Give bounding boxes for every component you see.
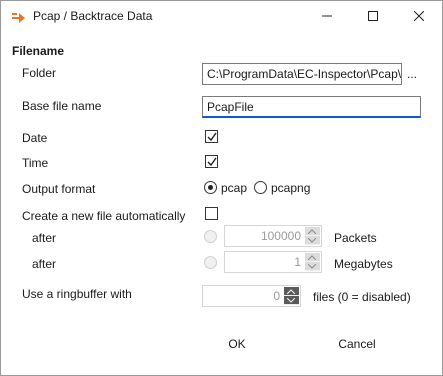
after-mb-radio[interactable]	[204, 256, 217, 269]
format-pcap-label: pcap	[221, 181, 248, 195]
format-pcap-radio[interactable]	[204, 181, 217, 194]
close-button[interactable]	[396, 1, 442, 32]
spin-down-icon[interactable]	[284, 296, 299, 305]
minimize-icon	[322, 10, 332, 24]
after-mb-label: after	[32, 257, 57, 271]
browse-folder-button[interactable]: ...	[407, 67, 417, 81]
packets-spinner[interactable]: 100000	[224, 225, 322, 247]
basename-label: Base file name	[22, 99, 102, 113]
after-packets-label: after	[32, 231, 57, 245]
megabytes-spinner[interactable]: 1	[224, 251, 322, 273]
cancel-button[interactable]: Cancel	[307, 332, 407, 356]
close-icon	[413, 10, 425, 24]
time-label: Time	[22, 156, 49, 170]
new-file-label: Create a new file automatically	[22, 209, 186, 223]
ok-button[interactable]: OK	[187, 332, 287, 356]
ringbuffer-label: Use a ringbuffer with	[22, 287, 132, 301]
date-label: Date	[22, 131, 48, 145]
checkmark-icon	[207, 132, 217, 142]
spin-up-icon[interactable]	[284, 287, 299, 296]
arrow-app-icon	[11, 10, 27, 24]
folder-label: Folder	[22, 66, 57, 80]
date-checkbox[interactable]	[205, 130, 218, 143]
ringbuffer-spinner[interactable]: 0	[202, 285, 301, 307]
spin-down-icon[interactable]	[305, 236, 320, 245]
section-filename-heading: Filename	[12, 44, 65, 58]
maximize-button[interactable]	[350, 1, 396, 32]
dialog-window: Pcap / Backtrace Data Filename Folder C:…	[0, 0, 443, 376]
spin-up-icon[interactable]	[305, 227, 320, 236]
checkmark-icon	[207, 157, 217, 167]
maximize-icon	[368, 10, 378, 24]
output-format-label: Output format	[22, 182, 96, 196]
megabytes-unit-label: Megabytes	[334, 257, 393, 271]
window-title: Pcap / Backtrace Data	[33, 9, 153, 23]
after-packets-radio[interactable]	[204, 230, 217, 243]
minimize-button[interactable]	[304, 1, 350, 32]
format-pcapng-radio[interactable]	[254, 181, 267, 194]
spin-up-icon[interactable]	[305, 253, 320, 262]
time-checkbox[interactable]	[205, 155, 218, 168]
megabytes-value: 1	[294, 255, 301, 269]
packets-unit-label: Packets	[334, 231, 377, 245]
title-bar: Pcap / Backtrace Data	[1, 1, 442, 32]
ringbuffer-value: 0	[273, 289, 280, 303]
new-file-checkbox[interactable]	[205, 207, 218, 220]
packets-value: 100000	[260, 229, 301, 243]
format-pcapng-label: pcapng	[271, 181, 311, 195]
folder-field[interactable]: C:\ProgramData\EC-Inspector\Pcap\	[202, 63, 402, 85]
spin-down-icon[interactable]	[305, 262, 320, 271]
basename-field[interactable]: PcapFile	[202, 96, 421, 118]
ringbuffer-unit-label: files (0 = disabled)	[313, 290, 411, 304]
